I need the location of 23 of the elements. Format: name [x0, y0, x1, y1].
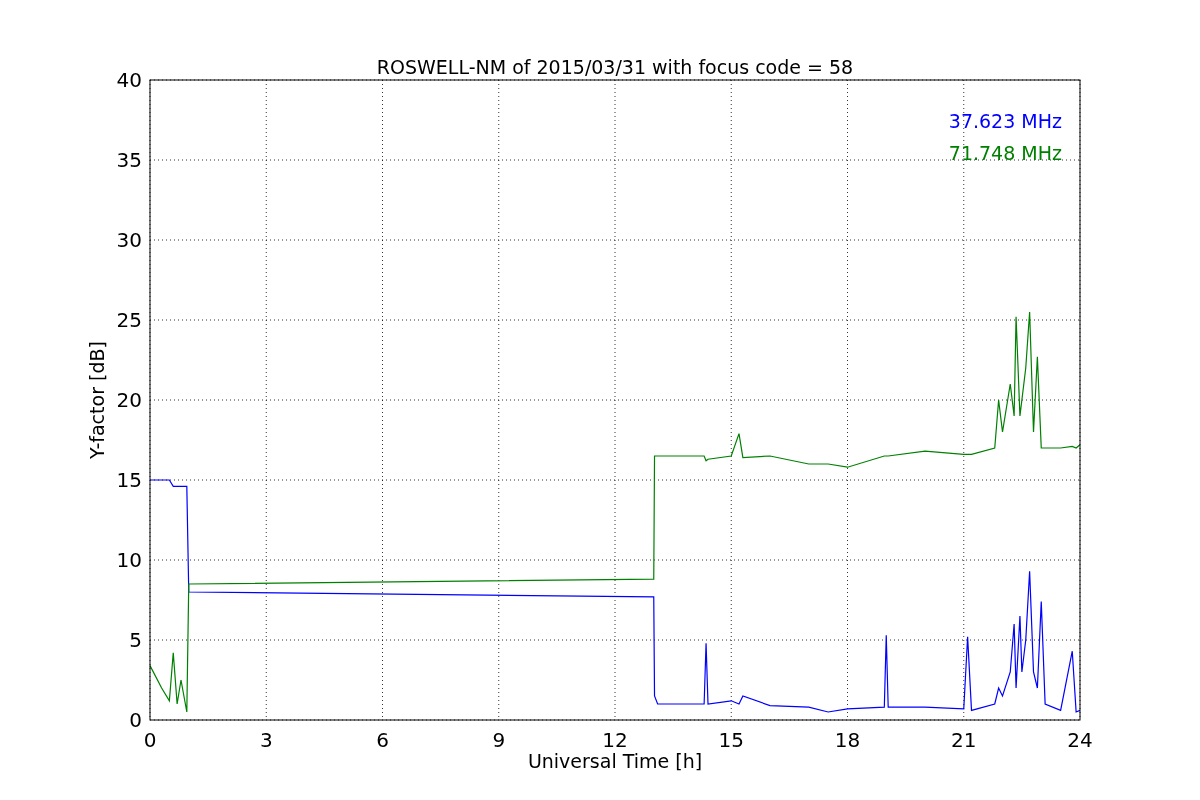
y-tick-label: 0 [129, 708, 142, 732]
y-tick-label: 35 [116, 148, 142, 172]
x-tick-label: 9 [492, 728, 506, 752]
y-tick-label: 20 [116, 388, 142, 412]
y-tick-label: 15 [116, 468, 142, 492]
y-axis-label: Y-factor [dB] [86, 341, 108, 459]
x-axis-label: Universal Time [h] [527, 750, 703, 772]
y-tick-label: 40 [116, 68, 142, 92]
x-tick-label: 12 [602, 728, 628, 752]
legend-label: 37.623 MHz [948, 110, 1062, 132]
legend-label: 71.748 MHz [948, 142, 1062, 164]
x-tick-label: 6 [376, 728, 389, 752]
x-tick-label: 21 [951, 728, 977, 752]
x-tick-label: 3 [259, 728, 273, 752]
x-tick-label: 15 [718, 728, 744, 752]
x-tick-label: 24 [1067, 728, 1093, 752]
y-tick-label: 30 [116, 228, 142, 252]
x-tick-label: 0 [143, 728, 157, 752]
y-tick-label: 10 [116, 548, 142, 572]
chart-title: ROSWELL-NM of 2015/03/31 with focus code = 58 [376, 56, 854, 78]
y-tick-label: 25 [116, 308, 142, 332]
x-tick-label: 18 [834, 728, 861, 752]
y-tick-label: 5 [129, 628, 142, 652]
